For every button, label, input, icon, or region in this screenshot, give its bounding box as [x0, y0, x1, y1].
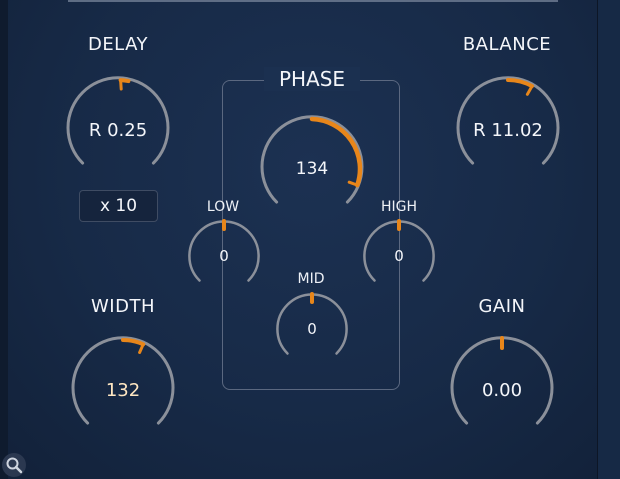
balance-knob[interactable]: R 11.02 [454, 76, 562, 184]
left-edge [0, 0, 8, 479]
mid-label: MID [297, 271, 325, 287]
gain-knob[interactable]: 0.00 [448, 336, 556, 444]
mid-value: 0 [307, 320, 317, 338]
plugin-panel: DELAY R 0.25 x 10 BALANCE R 11.02 PHASE … [0, 0, 620, 479]
delay-label: DELAY [87, 34, 149, 55]
low-value: 0 [219, 247, 229, 265]
phase-knob[interactable]: 134 [258, 115, 366, 223]
high-label: HIGH [380, 199, 418, 215]
top-divider [68, 0, 558, 2]
gain-value: 0.00 [481, 379, 523, 401]
phase-label: PHASE [264, 67, 360, 91]
low-knob[interactable]: 0 [186, 218, 262, 294]
width-value: 132 [105, 379, 141, 401]
magnifier-icon-glyph [6, 457, 23, 474]
delay-multiplier-button[interactable]: x 10 [79, 190, 158, 222]
delay-value: R 0.25 [88, 119, 148, 141]
gain-label: GAIN [478, 296, 526, 317]
right-edge [597, 0, 620, 479]
magnifier-icon[interactable] [2, 453, 26, 477]
high-value: 0 [394, 247, 404, 265]
high-knob[interactable]: 0 [361, 218, 437, 294]
low-label: LOW [206, 199, 240, 215]
width-knob[interactable]: 132 [69, 336, 177, 444]
phase-value: 134 [295, 159, 329, 179]
mid-knob[interactable]: 0 [274, 291, 350, 367]
balance-label: BALANCE [462, 34, 552, 55]
balance-value: R 11.02 [473, 119, 543, 141]
width-label: WIDTH [91, 296, 155, 317]
delay-knob[interactable]: R 0.25 [64, 76, 172, 184]
